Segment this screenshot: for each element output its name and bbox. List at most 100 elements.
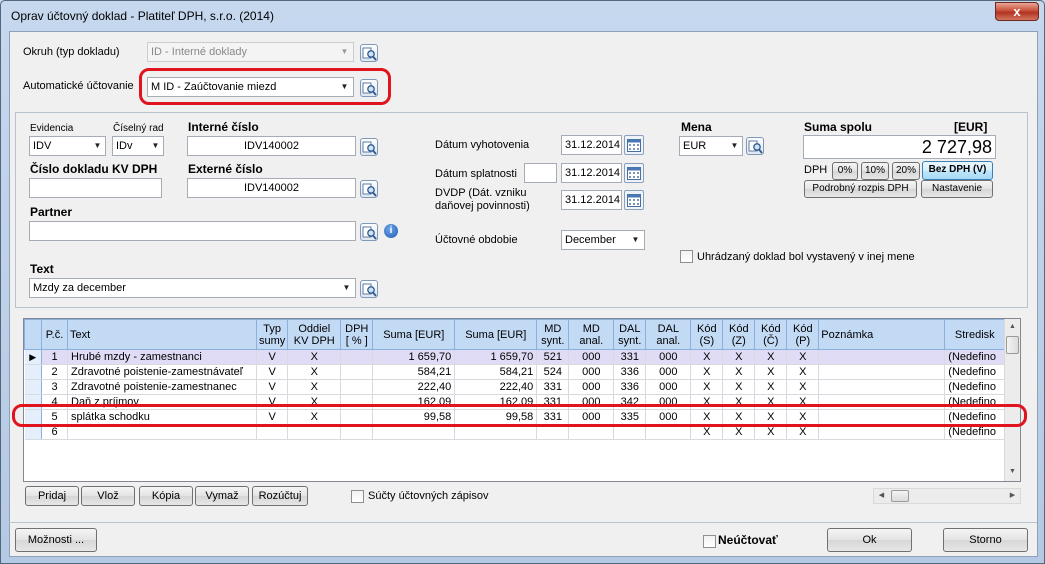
col-header-kod-p[interactable]: Kód (P) [786,319,820,350]
cell-md-anal[interactable]: 000 [568,349,615,365]
dph-0-button[interactable]: 0% [832,162,858,180]
col-header-text[interactable]: Text [67,319,257,350]
cell-kod-z[interactable]: X [722,364,756,380]
col-header-oddiel-kv-dph[interactable]: Oddiel KV DPH [287,319,342,350]
cell-suma-eur[interactable]: 584,21 [372,364,456,380]
cell-suma-eur[interactable]: 222,40 [372,379,456,395]
cell-kod-p[interactable]: X [786,349,820,365]
col-header-kod-s[interactable]: Kód (S) [690,319,724,350]
cell-kod-c[interactable]: X [754,379,788,395]
rozpis-dph-button[interactable]: Podrobný rozpis DPH [804,180,917,198]
cell-kod-c[interactable]: X [754,349,788,365]
vertical-scrollbar[interactable]: ▲ ▼ [1004,319,1020,481]
cell-pc[interactable]: 3 [41,379,68,395]
cell-dal-anal[interactable]: 000 [645,379,692,395]
splatnosti-days-input[interactable] [524,163,557,183]
cell-oddiel-kv-dph[interactable]: X [287,364,342,380]
col-header-md-anal[interactable]: MD anal. [568,319,615,350]
datum-splatnosti-input[interactable]: 31.12.2014 [561,163,622,183]
scroll-down-icon[interactable]: ▼ [1005,464,1020,480]
cell-kod-s[interactable]: X [690,364,724,380]
cell-oddiel-kv-dph[interactable]: X [287,379,342,395]
cell-kod-s[interactable]: X [690,379,724,395]
cell-kod-z[interactable]: X [722,349,756,365]
table-row[interactable]: 3 Zdravotné poistenie-zamestnanec V X 222,40… [24,379,1006,395]
cell-text[interactable]: Hrubé mzdy - zamestnanci [67,349,257,365]
chevron-down-icon[interactable]: ▼ [90,137,105,155]
cell-stredisko[interactable]: (Nedefino [944,349,1006,365]
col-header-dal-anal[interactable]: DAL anal. [645,319,692,350]
cell-kod-c[interactable]: X [754,364,788,380]
cell-dal-anal[interactable]: 000 [645,349,692,365]
col-header-suma-eur-2[interactable]: Suma [EUR] [454,319,538,350]
cell-md-synt[interactable]: 524 [536,364,570,380]
kopia-button[interactable]: Kópia [139,486,193,506]
cell-dal-synt[interactable]: 331 [613,349,647,365]
cell-stredisko[interactable]: (Nedefino [944,364,1006,380]
col-header-kod-z[interactable]: Kód (Z) [722,319,756,350]
col-header-stredisko[interactable]: Stredisk [944,319,1006,350]
cell-text[interactable]: Zdravotné poistenie-zamestnávateľ [67,364,257,380]
cell-pc[interactable]: 1 [41,349,68,365]
scroll-right-icon[interactable]: ▶ [1005,489,1020,503]
row-header[interactable] [24,364,42,380]
close-button[interactable]: x [995,2,1039,21]
cell-typ-sumy[interactable]: V [256,349,289,365]
cell-typ-sumy[interactable]: V [256,364,289,380]
col-header-poznamka[interactable]: Poznámka [818,319,946,350]
neuctovat-checkbox[interactable] [703,535,716,548]
cell-poznamka[interactable] [818,364,946,380]
cell-typ-sumy[interactable]: V [256,379,289,395]
chevron-down-icon[interactable]: ▼ [148,137,163,155]
calendar-icon[interactable] [624,135,644,155]
horizontal-scrollbar[interactable]: ◀ ▶ [873,488,1021,504]
cell-dal-synt[interactable]: 336 [613,379,647,395]
col-header-typ-sumy[interactable]: Typ sumy [255,319,289,350]
cell-dph-percent[interactable] [340,364,374,380]
lookup-icon[interactable] [360,180,378,198]
col-header-md-synt[interactable]: MD synt. [536,319,570,350]
col-header-dal-synt[interactable]: DAL synt. [613,319,647,350]
interne-cislo-input[interactable]: IDV140002 [187,136,356,156]
chevron-down-icon[interactable]: ▼ [628,231,643,249]
cell-oddiel-kv-dph[interactable]: X [287,349,342,365]
sucty-checkbox[interactable] [351,490,364,503]
cell-kod-z[interactable]: X [722,379,756,395]
cell-kod-s[interactable]: X [690,349,724,365]
dph-20-button[interactable]: 20% [892,162,920,180]
dvdp-input[interactable]: 31.12.2014 [561,190,622,210]
lookup-icon[interactable] [360,44,378,62]
pridaj-button[interactable]: Pridaj [25,486,79,506]
rozuctuj-button[interactable]: Rozúčtuj [252,486,308,506]
scroll-thumb[interactable] [1006,336,1019,354]
col-header-dph-percent[interactable]: DPH [ % ] [340,319,374,350]
table-row[interactable]: 2 Zdravotné poistenie-zamestnávateľ V X 584,… [24,364,1006,380]
calendar-icon[interactable] [624,163,644,183]
chevron-down-icon[interactable]: ▼ [339,279,354,297]
chevron-down-icon[interactable]: ▼ [337,43,352,61]
cell-md-synt[interactable]: 331 [536,379,570,395]
cell-stredisko[interactable]: (Nedefino [944,379,1006,395]
col-header-suma-eur[interactable]: Suma [EUR] [372,319,456,350]
kv-dph-input[interactable] [29,178,162,198]
chevron-down-icon[interactable]: ▼ [727,137,742,155]
row-header[interactable] [24,379,42,395]
okruh-select[interactable]: ID - Interné doklady [147,42,354,62]
cell-poznamka[interactable] [818,349,946,365]
nastavenie-button[interactable]: Nastavenie [921,180,993,198]
lookup-icon[interactable] [360,223,378,241]
lookup-icon[interactable] [360,138,378,156]
lookup-icon[interactable] [360,280,378,298]
scroll-left-icon[interactable]: ◀ [874,489,889,503]
cell-suma-eur[interactable]: 1 659,70 [372,349,456,365]
cell-kod-p[interactable]: X [786,379,820,395]
cell-suma-eur-2[interactable]: 584,21 [454,364,538,380]
dph-10-button[interactable]: 10% [861,162,889,180]
cell-dal-anal[interactable]: 000 [645,364,692,380]
cell-suma-eur-2[interactable]: 1 659,70 [454,349,538,365]
cell-dph-percent[interactable] [340,379,374,395]
cell-suma-eur-2[interactable]: 222,40 [454,379,538,395]
cell-kod-p[interactable]: X [786,364,820,380]
vymaz-button[interactable]: Vymaž [195,486,249,506]
bez-dph-button[interactable]: Bez DPH (V) [922,161,993,180]
